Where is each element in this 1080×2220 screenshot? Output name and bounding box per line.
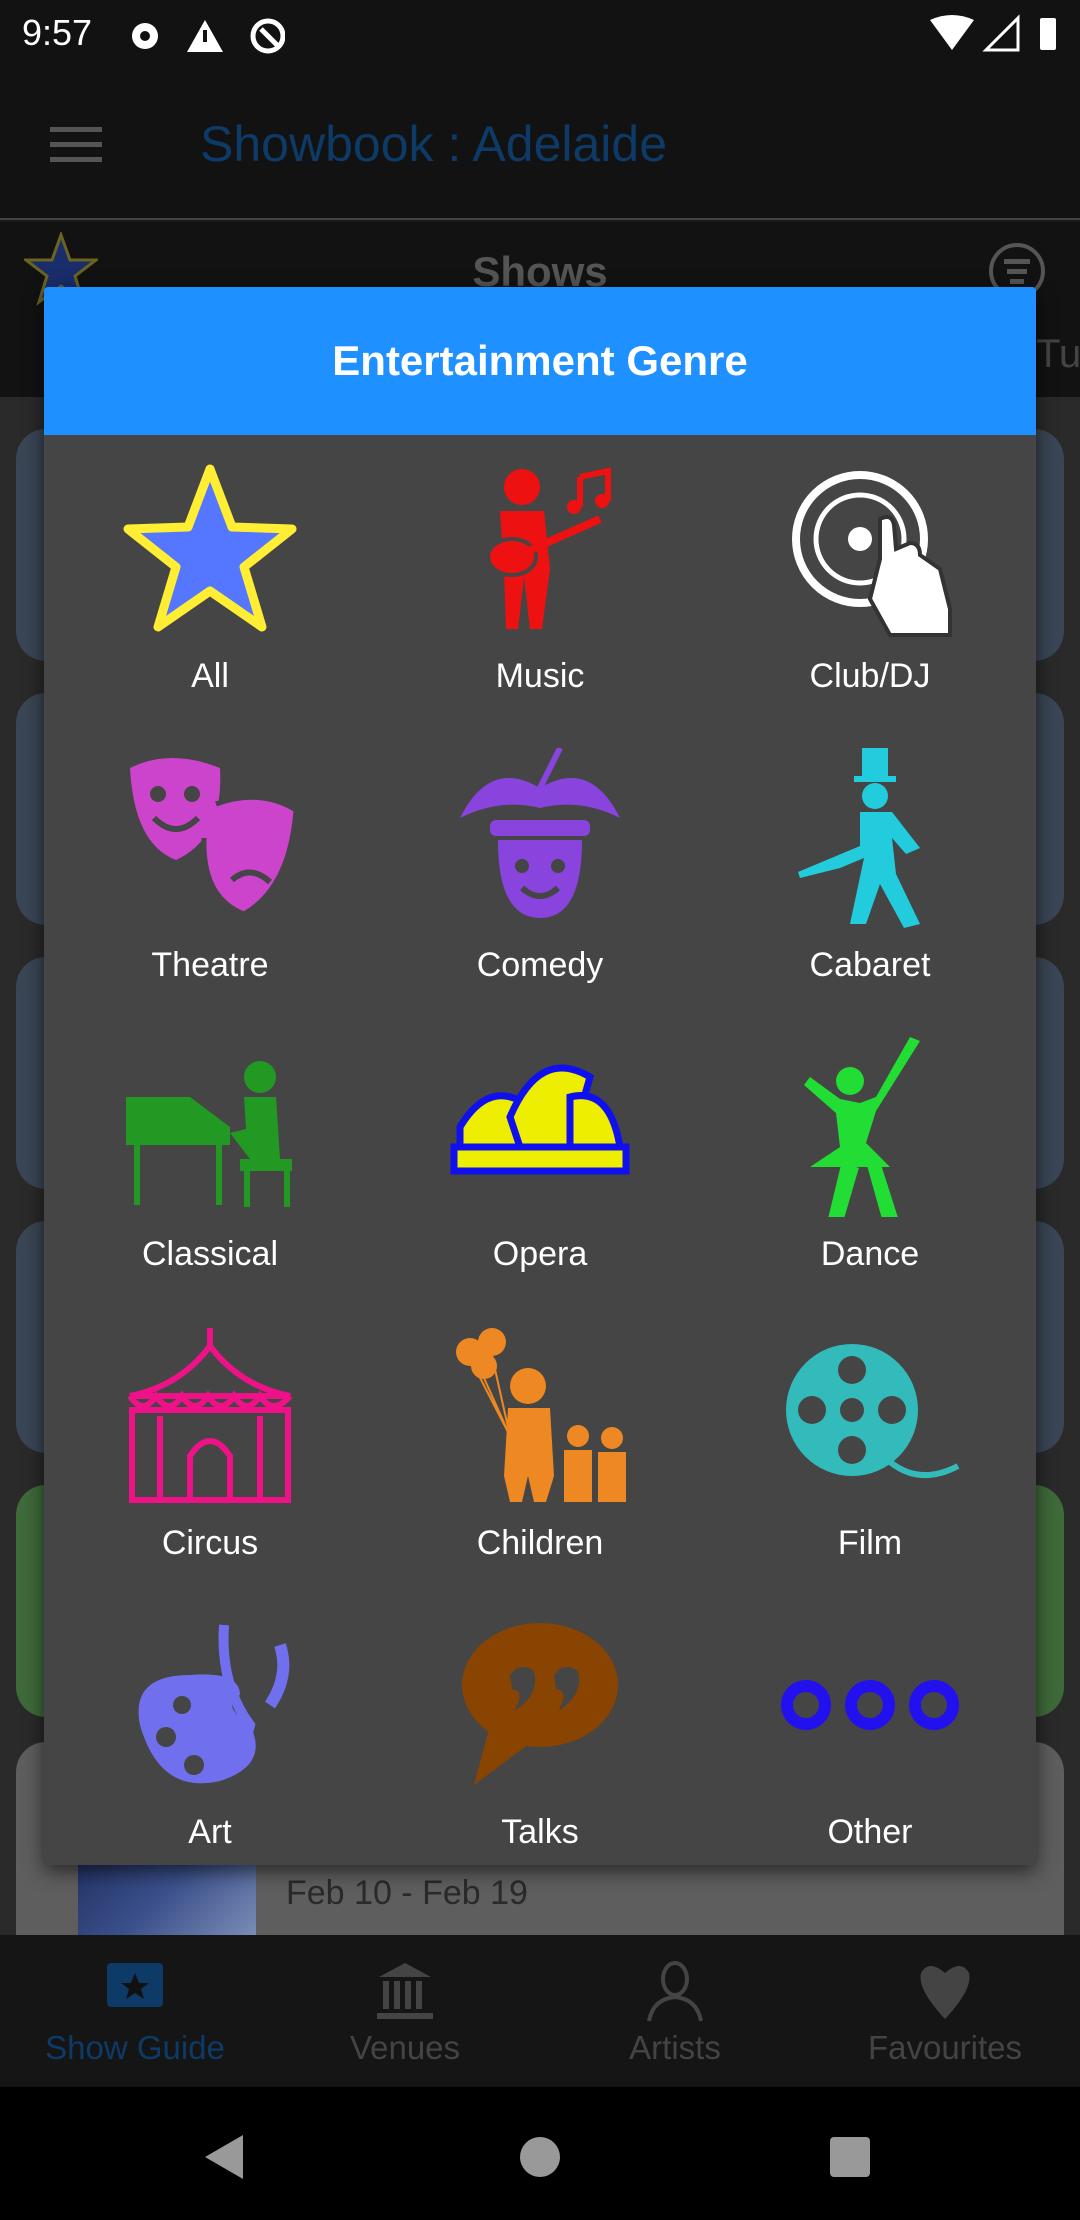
heart-icon <box>920 1966 970 2019</box>
genre-other[interactable]: Other <box>705 1591 1035 1865</box>
palette-icon <box>138 1624 290 1784</box>
pianist-icon <box>126 1061 292 1207</box>
recents-icon[interactable] <box>828 2135 872 2179</box>
genre-talks[interactable]: Talks <box>375 1591 705 1865</box>
nav-show-guide[interactable]: Show Guide <box>0 1935 270 2087</box>
genre-classical[interactable]: Classical <box>45 1013 375 1302</box>
opera-house-icon <box>450 1064 630 1175</box>
speech-bubble-icon <box>462 1623 618 1785</box>
genre-comedy[interactable]: Comedy <box>375 724 705 1013</box>
nav-favourites[interactable]: Favourites <box>810 1935 1080 2087</box>
status-system-icons <box>930 14 1056 52</box>
genre-label: Opera <box>492 1235 588 1273</box>
building-icon <box>377 1963 433 2019</box>
genre-dance[interactable]: Dance <box>705 1013 1035 1302</box>
genre-art[interactable]: Art <box>45 1591 375 1865</box>
circus-tent-icon <box>127 1328 293 1503</box>
dancer-icon <box>804 1037 920 1217</box>
genre-cabaret[interactable]: Cabaret <box>705 724 1035 1013</box>
dialog-title: Entertainment Genre <box>44 287 1036 435</box>
nav-label: Artists <box>629 2029 721 2066</box>
genre-label: Theatre <box>151 946 269 984</box>
genre-club-dj[interactable]: Club/DJ <box>705 435 1035 724</box>
genre-label: Talks <box>501 1813 579 1851</box>
genre-children[interactable]: Children <box>375 1302 705 1591</box>
genre-film[interactable]: Film <box>705 1302 1035 1591</box>
app-bar: Showbook : Adelaide <box>0 75 1080 220</box>
genre-dialog: Entertainment Genre All Music Club/DJ Theat… <box>44 287 1036 1865</box>
genre-label: Club/DJ <box>809 657 931 695</box>
nav-label: Favourites <box>867 2029 1023 2066</box>
app-title: Showbook : Adelaide <box>200 116 668 172</box>
film-reel-icon <box>786 1344 960 1479</box>
genre-label: Classical <box>141 1235 279 1273</box>
back-icon[interactable] <box>205 2135 245 2179</box>
guitarist-icon <box>486 467 611 629</box>
nav-label: Show Guide <box>45 2029 225 2066</box>
person-icon <box>647 1961 703 2022</box>
genre-music[interactable]: Music <box>375 435 705 724</box>
genre-label: Comedy <box>476 946 604 984</box>
status-bar: 9:57 <box>0 0 1080 75</box>
ticket-star-icon <box>107 1963 163 2007</box>
genre-label: Circus <box>161 1524 259 1562</box>
genre-theatre[interactable]: Theatre <box>45 724 375 1013</box>
family-balloons-icon <box>456 1328 626 1502</box>
genre-label: Children <box>476 1524 604 1562</box>
genre-label: All <box>191 657 229 695</box>
status-time: 9:57 <box>22 12 93 53</box>
star-icon <box>123 464 297 632</box>
genre-circus[interactable]: Circus <box>45 1302 375 1591</box>
nav-label: Venues <box>349 2029 461 2066</box>
genre-opera[interactable]: Opera <box>375 1013 705 1302</box>
nav-venues[interactable]: Venues <box>270 1935 540 2087</box>
genre-label: Cabaret <box>809 946 931 984</box>
top-hat-dancer-icon <box>798 748 920 928</box>
genre-label: Film <box>837 1524 903 1562</box>
show-date: Feb 10 - Feb 19 <box>286 1874 528 1912</box>
genre-all[interactable]: All <box>45 435 375 724</box>
system-nav <box>0 2087 1080 2220</box>
genre-label: Dance <box>820 1235 920 1273</box>
genre-grid: All Music Club/DJ Theatre Comedy Cabaret Class… <box>44 435 1036 1865</box>
dj-turntable-icon <box>792 471 952 637</box>
home-icon[interactable] <box>518 2135 562 2179</box>
genre-label: Music <box>495 657 585 695</box>
hamburger-icon[interactable] <box>50 125 104 165</box>
tab-partial[interactable]: Tu <box>1036 332 1080 377</box>
nav-artists[interactable]: Artists <box>540 1935 810 2087</box>
three-circles-icon <box>781 1680 959 1730</box>
theatre-masks-icon <box>130 758 299 917</box>
jester-icon <box>460 748 620 918</box>
bottom-nav: Show Guide Venues Artists Favourites <box>0 1935 1080 2087</box>
genre-label: Other <box>827 1813 913 1851</box>
status-notification-icons <box>132 18 285 54</box>
genre-label: Art <box>188 1813 232 1851</box>
